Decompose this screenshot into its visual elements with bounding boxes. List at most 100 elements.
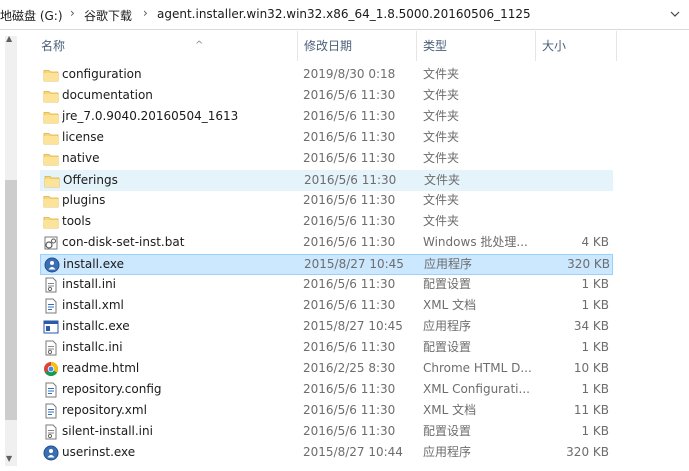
file-row[interactable]: tools 2016/5/6 11:30 文件夹 bbox=[40, 212, 613, 233]
file-row[interactable]: readme.html 2016/2/25 8:30 Chrome HTML D..… bbox=[40, 359, 613, 380]
file-name: native bbox=[62, 151, 100, 165]
file-type: 文件夹 bbox=[423, 193, 460, 207]
file-type: 配置设置 bbox=[423, 424, 472, 438]
file-modified-date: 2016/5/6 11:30 bbox=[303, 277, 396, 291]
file-row[interactable]: Offerings 2016/5/6 11:30 文件夹 bbox=[40, 170, 613, 191]
installer-app-icon bbox=[44, 257, 60, 273]
folder-icon bbox=[43, 67, 59, 83]
file-row[interactable]: repository.config 2016/5/6 11:30 XML Confi… bbox=[40, 380, 613, 401]
file-modified-date: 2016/5/6 11:30 bbox=[303, 151, 396, 165]
breadcrumb-drive[interactable]: 地磁盘 (G:) bbox=[0, 7, 63, 24]
file-name: Offerings bbox=[63, 173, 118, 187]
file-row[interactable]: con-disk-set-inst.bat 2016/5/6 11:30 Windo… bbox=[40, 233, 613, 254]
column-type-label: 类型 bbox=[423, 39, 448, 53]
file-size: 1 KB bbox=[581, 340, 609, 354]
file-type: 应用程序 bbox=[424, 257, 473, 271]
address-bar[interactable]: 地磁盘 (G:) › 谷歌下载 › agent.installer.win32.… bbox=[0, 0, 689, 30]
file-row[interactable]: silent-install.ini 2016/5/6 11:30 配置设置 1 KB bbox=[40, 422, 613, 443]
column-header-name[interactable]: 名称 ^ bbox=[35, 31, 298, 61]
file-row[interactable]: license 2016/5/6 11:30 文件夹 bbox=[40, 128, 613, 149]
xml-file-icon bbox=[43, 298, 59, 314]
file-size bbox=[535, 149, 609, 168]
file-type: 文件夹 bbox=[424, 173, 461, 187]
file-modified-date: 2016/5/6 11:30 bbox=[303, 298, 396, 312]
xml-file-icon bbox=[43, 382, 59, 398]
config-file-icon bbox=[43, 340, 59, 356]
breadcrumb-separator[interactable]: › bbox=[143, 6, 148, 20]
breadcrumb-separator[interactable]: › bbox=[70, 6, 75, 20]
breadcrumb-downloads[interactable]: 谷歌下载 bbox=[84, 7, 132, 24]
file-size bbox=[535, 107, 609, 126]
column-header-size[interactable]: 大小 bbox=[536, 31, 617, 61]
file-size bbox=[535, 212, 609, 231]
file-row[interactable]: jre_7.0.9040.20160504_1613 2016/5/6 11:30… bbox=[40, 107, 613, 128]
file-size: 11 KB bbox=[573, 403, 609, 417]
file-name: install.xml bbox=[62, 298, 124, 312]
xml-file-icon bbox=[43, 403, 59, 419]
folder-icon bbox=[43, 214, 59, 230]
file-type: 配置设置 bbox=[423, 277, 472, 291]
file-size: 320 KB bbox=[567, 257, 610, 271]
file-row[interactable]: install.exe 2015/8/27 10:45 应用程序 320 KB bbox=[40, 254, 613, 275]
file-size bbox=[536, 171, 610, 190]
file-type: 文件夹 bbox=[423, 151, 460, 165]
file-name: configuration bbox=[62, 67, 142, 81]
file-type: 应用程序 bbox=[423, 445, 472, 459]
file-size: 4 KB bbox=[581, 235, 609, 249]
file-name: silent-install.ini bbox=[62, 424, 153, 438]
file-size bbox=[535, 191, 609, 210]
folder-icon bbox=[43, 193, 59, 209]
file-name: repository.config bbox=[62, 382, 162, 396]
file-modified-date: 2016/5/6 11:30 bbox=[303, 193, 396, 207]
file-row[interactable]: install.xml 2016/5/6 11:30 XML 文档 1 KB bbox=[40, 296, 613, 317]
console-app-icon bbox=[43, 319, 59, 335]
file-row[interactable]: userinst.exe 2015/8/27 10:44 应用程序 320 KB bbox=[40, 443, 613, 464]
column-name-label: 名称 bbox=[41, 39, 66, 53]
sort-ascending-icon: ^ bbox=[195, 40, 204, 51]
file-modified-date: 2015/8/27 10:45 bbox=[304, 257, 404, 271]
file-row[interactable]: configuration 2019/8/30 0:18 文件夹 bbox=[40, 65, 613, 86]
file-size bbox=[535, 86, 609, 105]
file-modified-date: 2016/5/6 11:30 bbox=[303, 235, 396, 249]
config-file-icon bbox=[43, 277, 59, 293]
navigation-scrollbar-thumb[interactable] bbox=[5, 180, 17, 420]
breadcrumb-current-folder[interactable]: agent.installer.win32.win32.x86_64_1.8.5… bbox=[157, 7, 531, 21]
file-name: installc.ini bbox=[62, 340, 123, 354]
file-row[interactable]: native 2016/5/6 11:30 文件夹 bbox=[40, 149, 613, 170]
file-modified-date: 2016/5/6 11:30 bbox=[304, 173, 397, 187]
installer-app-icon bbox=[43, 445, 59, 461]
scroll-down-arrow-icon[interactable]: ▼ bbox=[6, 454, 12, 463]
file-type: 文件夹 bbox=[423, 88, 460, 102]
file-row[interactable]: documentation 2016/5/6 11:30 文件夹 bbox=[40, 86, 613, 107]
file-row[interactable]: repository.xml 2016/5/6 11:30 XML 文档 11 KB bbox=[40, 401, 613, 422]
chevron-down-icon[interactable] bbox=[665, 4, 685, 24]
file-row[interactable]: install.ini 2016/5/6 11:30 配置设置 1 KB bbox=[40, 275, 613, 296]
column-header-type[interactable]: 类型 bbox=[417, 31, 536, 61]
column-date-label: 修改日期 bbox=[304, 39, 353, 53]
file-type: 文件夹 bbox=[423, 109, 460, 123]
file-modified-date: 2016/5/6 11:30 bbox=[303, 130, 396, 144]
file-type: Windows 批处理... bbox=[423, 235, 528, 249]
file-type: 应用程序 bbox=[423, 319, 472, 333]
file-size bbox=[535, 65, 609, 84]
file-name: readme.html bbox=[62, 361, 140, 375]
file-type: 文件夹 bbox=[423, 130, 460, 144]
folder-icon bbox=[43, 130, 59, 146]
file-modified-date: 2016/5/6 11:30 bbox=[303, 403, 396, 417]
file-row[interactable]: installc.exe 2015/8/27 10:45 应用程序 34 KB bbox=[40, 317, 613, 338]
column-header-date[interactable]: 修改日期 bbox=[298, 31, 417, 61]
file-type: Chrome HTML D... bbox=[423, 361, 531, 375]
file-name: license bbox=[62, 130, 104, 144]
file-type: 文件夹 bbox=[423, 67, 460, 81]
file-name: install.exe bbox=[63, 257, 125, 271]
file-modified-date: 2016/5/6 11:30 bbox=[303, 382, 396, 396]
file-modified-date: 2015/8/27 10:45 bbox=[303, 319, 403, 333]
file-row[interactable]: installc.ini 2016/5/6 11:30 配置设置 1 KB bbox=[40, 338, 613, 359]
scroll-up-arrow-icon[interactable]: ▲ bbox=[6, 34, 12, 43]
file-type: XML 文档 bbox=[423, 403, 477, 417]
file-size: 10 KB bbox=[573, 361, 609, 375]
folder-icon bbox=[43, 151, 59, 167]
file-row[interactable]: plugins 2016/5/6 11:30 文件夹 bbox=[40, 191, 613, 212]
file-name: installc.exe bbox=[62, 319, 130, 333]
file-name: jre_7.0.9040.20160504_1613 bbox=[62, 109, 239, 123]
